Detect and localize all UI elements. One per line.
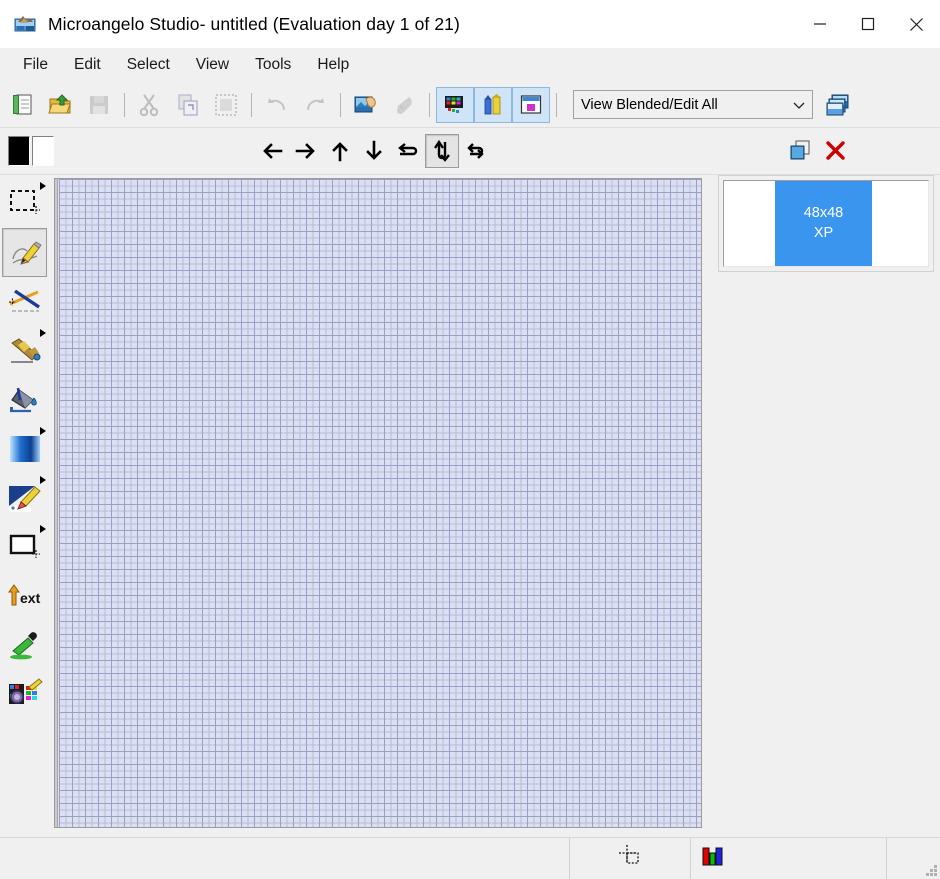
status-spacer-left xyxy=(0,838,569,879)
microangelo-app-icon xyxy=(14,13,36,35)
flip-horizontal-button[interactable] xyxy=(391,134,425,168)
tool-select-rectangle[interactable] xyxy=(2,179,47,228)
tool-airbrush[interactable] xyxy=(2,473,47,522)
save-button[interactable] xyxy=(80,86,118,124)
maximize-icon[interactable] xyxy=(844,0,892,48)
edit-toolbar xyxy=(0,128,940,175)
import-image-button[interactable] xyxy=(347,86,385,124)
image-list[interactable]: 48x48 XP xyxy=(723,180,929,267)
image-list-panel: 48x48 XP xyxy=(718,175,934,272)
tool-rectangle[interactable] xyxy=(2,522,47,571)
work-area: ext 48x48 XP xyxy=(0,175,940,837)
tool-palette: ext xyxy=(0,175,49,837)
canvas-pixel-grid[interactable] xyxy=(59,179,701,827)
tool-brush[interactable] xyxy=(2,326,47,375)
chevron-down-icon[interactable] xyxy=(786,91,812,118)
minimize-icon[interactable] xyxy=(796,0,844,48)
shift-up-button[interactable] xyxy=(323,134,357,168)
flyout-arrow-icon[interactable] xyxy=(40,525,46,533)
pencils-toggle[interactable] xyxy=(474,86,512,123)
tool-text[interactable]: ext xyxy=(2,571,47,620)
toolbar-separator xyxy=(124,92,125,117)
menu-bar: File Edit Select View Tools Help xyxy=(0,48,940,82)
rgb-bars-icon xyxy=(701,844,725,873)
flyout-arrow-icon[interactable] xyxy=(40,427,46,435)
tool-eyedropper[interactable] xyxy=(2,620,47,669)
pointer-button[interactable] xyxy=(385,86,423,124)
paste-button[interactable] xyxy=(207,86,245,124)
flyout-arrow-icon[interactable] xyxy=(40,329,46,337)
window-controls xyxy=(796,0,940,48)
toolbar-separator xyxy=(556,92,557,117)
application-window: Microangelo Studio- untitled (Evaluation… xyxy=(0,0,940,879)
shift-down-button[interactable] xyxy=(357,134,391,168)
palette-view-toggle[interactable] xyxy=(436,86,474,123)
open-file-button[interactable] xyxy=(42,86,80,124)
tool-gradient[interactable] xyxy=(2,424,47,473)
canvas-left-gutter xyxy=(55,179,58,827)
cursor-position-cell xyxy=(569,838,690,879)
foreground-color-swatch[interactable] xyxy=(8,136,30,166)
menu-item-help[interactable]: Help xyxy=(304,52,362,78)
shift-right-button[interactable] xyxy=(289,134,323,168)
background-color-swatch[interactable] xyxy=(32,136,54,166)
toolbar-separator xyxy=(429,92,430,117)
copy-button[interactable] xyxy=(169,86,207,124)
toolbar-separator xyxy=(251,92,252,117)
crosshair-selection-icon xyxy=(617,843,643,874)
title-bar: Microangelo Studio- untitled (Evaluation… xyxy=(0,0,940,48)
cut-button[interactable] xyxy=(131,86,169,124)
view-mode-dropdown[interactable]: View Blended/Edit All xyxy=(573,90,813,119)
tool-line[interactable] xyxy=(2,277,47,326)
image-item-format: XP xyxy=(813,224,834,241)
svg-text:ext: ext xyxy=(20,590,41,606)
status-bar xyxy=(0,837,940,879)
close-icon[interactable] xyxy=(892,0,940,48)
shift-left-button[interactable] xyxy=(255,134,289,168)
menu-item-select[interactable]: Select xyxy=(114,52,183,78)
transform-button-group xyxy=(255,128,493,174)
new-document-button[interactable] xyxy=(4,86,42,124)
flip-vertical-button[interactable] xyxy=(425,134,459,168)
rotate-button[interactable] xyxy=(459,134,493,168)
image-item-size: 48x48 xyxy=(803,204,844,221)
window-title: Microangelo Studio- untitled (Evaluation… xyxy=(48,13,460,34)
toolbar-separator xyxy=(340,92,341,117)
icon-edit-canvas[interactable] xyxy=(54,178,702,828)
redo-button[interactable] xyxy=(296,86,334,124)
main-toolbar: View Blended/Edit All xyxy=(0,82,940,128)
properties-panel-toggle[interactable] xyxy=(512,86,550,123)
menu-item-file[interactable]: File xyxy=(10,52,61,78)
view-mode-value: View Blended/Edit All xyxy=(581,96,718,113)
tool-pencil[interactable] xyxy=(2,228,47,277)
image-action-group xyxy=(782,128,854,174)
tool-fill[interactable] xyxy=(2,375,47,424)
duplicate-image-button[interactable] xyxy=(782,133,818,169)
color-swatches[interactable] xyxy=(8,136,54,166)
tool-palette-editor[interactable] xyxy=(2,669,47,718)
undo-button[interactable] xyxy=(258,86,296,124)
flyout-arrow-icon[interactable] xyxy=(40,182,46,190)
image-list-item-48x48-xp[interactable]: 48x48 XP xyxy=(775,181,872,266)
menu-item-view[interactable]: View xyxy=(183,52,242,78)
delete-image-button[interactable] xyxy=(818,133,854,169)
menu-item-edit[interactable]: Edit xyxy=(61,52,114,78)
resize-grip-icon[interactable] xyxy=(923,862,937,876)
menu-item-tools[interactable]: Tools xyxy=(242,52,304,78)
image-layers-button[interactable] xyxy=(819,86,857,124)
color-depth-cell xyxy=(690,838,886,879)
flyout-arrow-icon[interactable] xyxy=(40,476,46,484)
